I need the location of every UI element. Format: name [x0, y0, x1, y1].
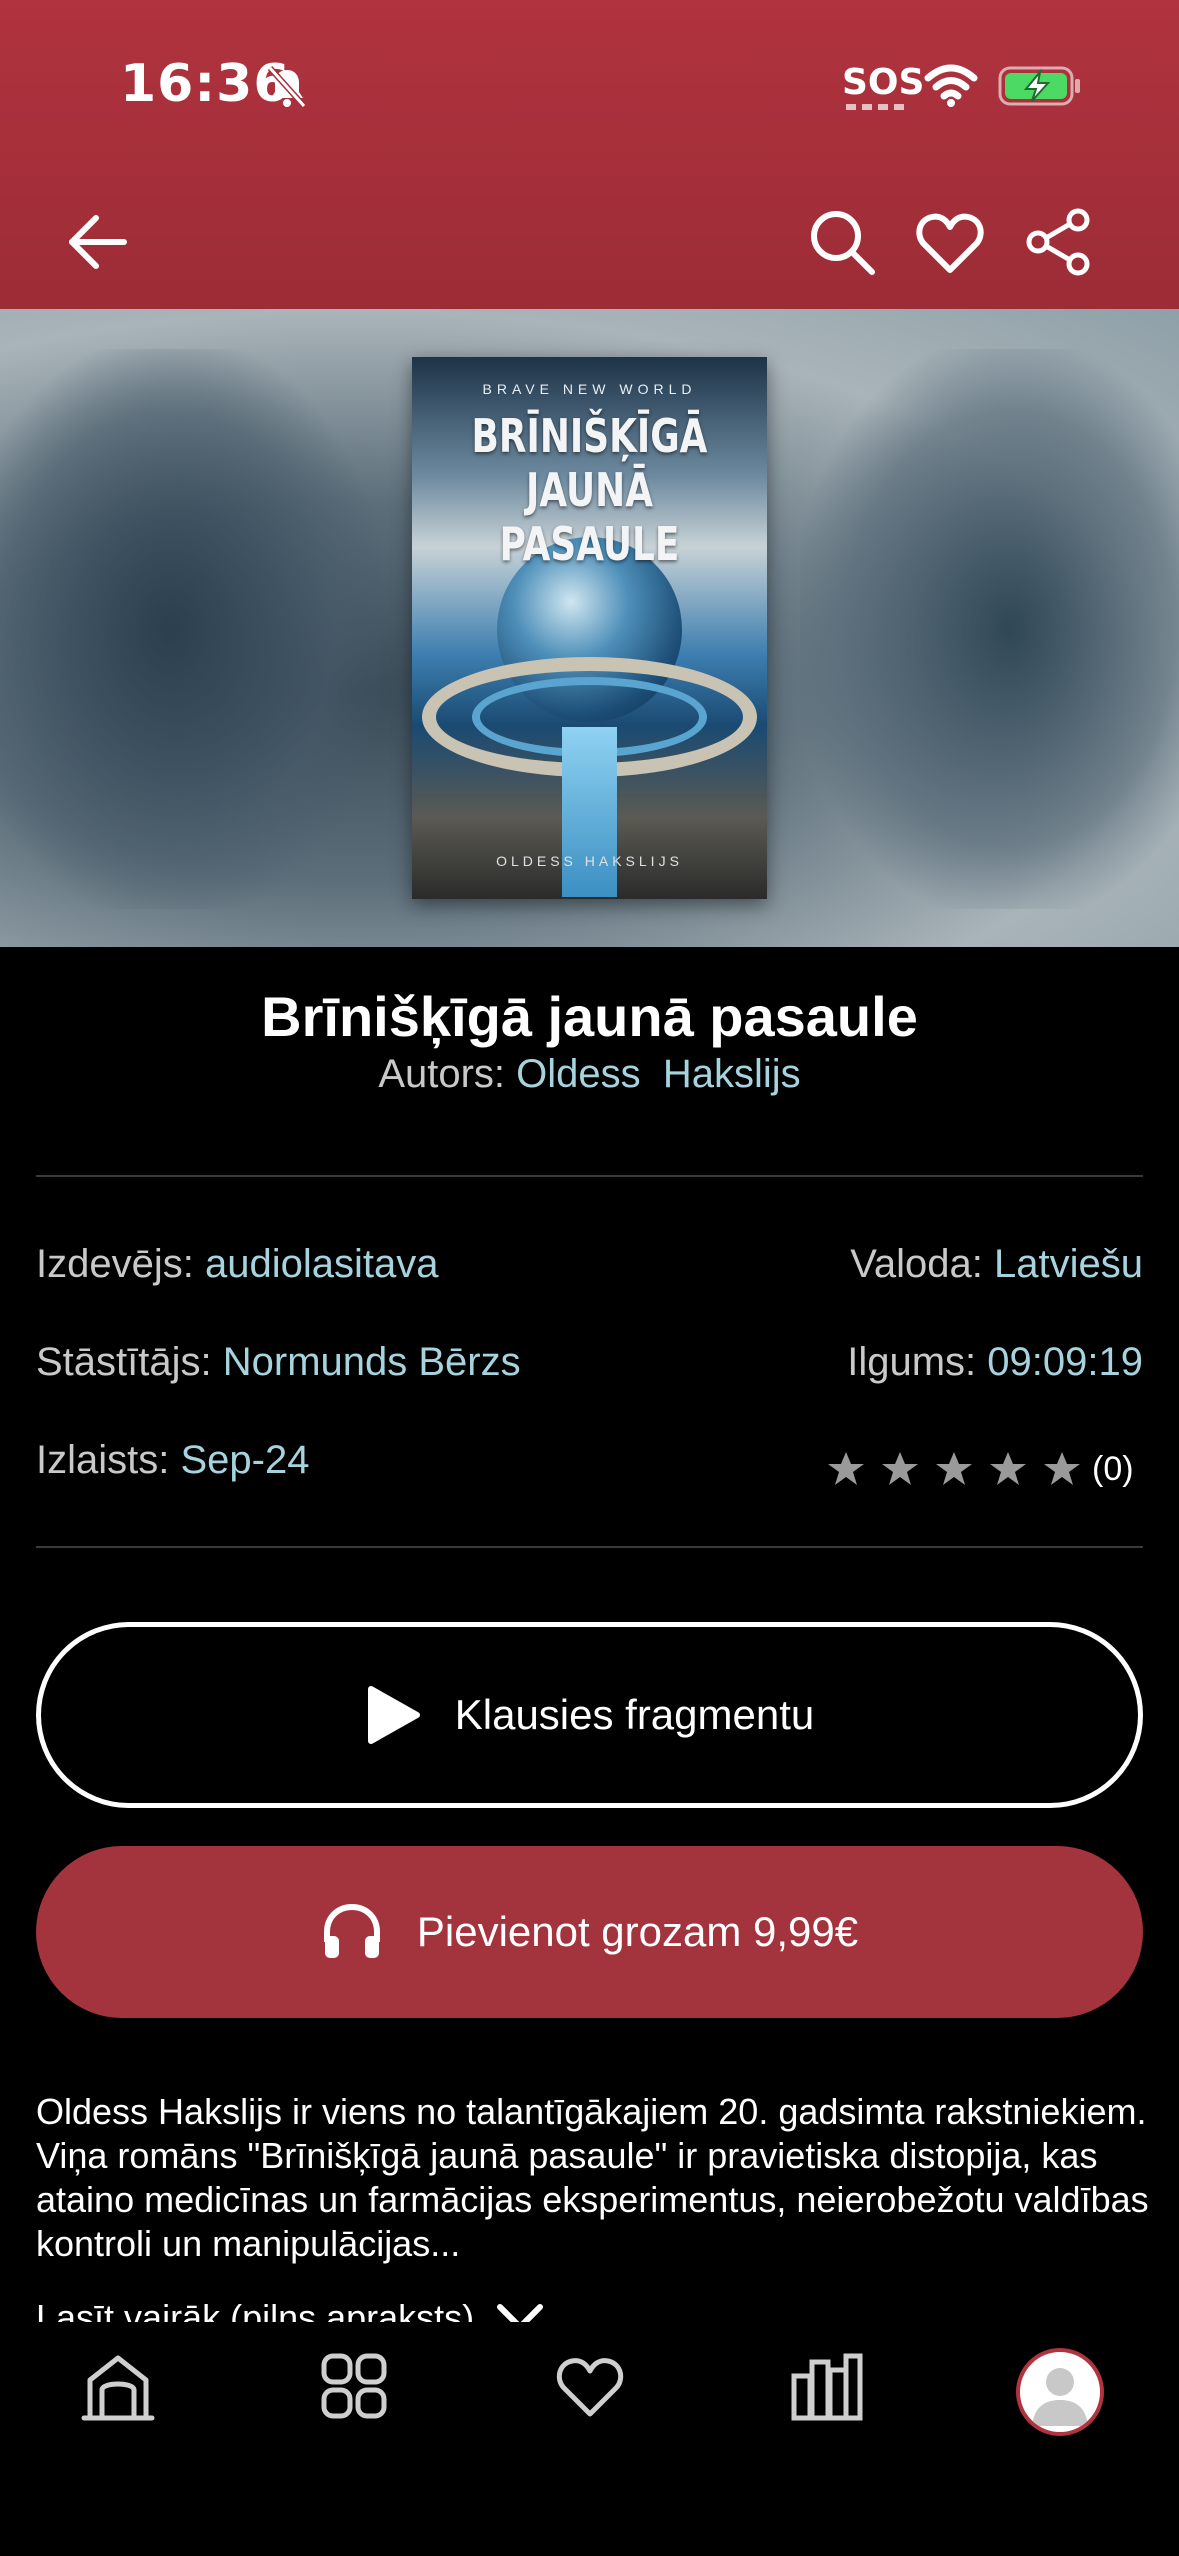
library-icon[interactable]	[786, 2346, 866, 2426]
release-row: Izlaists: Sep-24	[36, 1438, 310, 1482]
play-icon	[367, 1686, 420, 1744]
publisher-row: Izdevējs: audiolasitava	[36, 1242, 439, 1286]
cover-author: OLDESS HAKSLIJS	[496, 853, 683, 869]
profile-icon	[1032, 2368, 1088, 2426]
rating-count: (0)	[1092, 1449, 1134, 1488]
bell-muted-icon	[267, 65, 307, 109]
app-header: 16:36 SOS	[0, 0, 1179, 309]
cover-title: BRĪNIŠĶĪGĀ JAUNĀ PASAULE	[471, 409, 708, 571]
read-more-link[interactable]: Lasīt vairāk (pilns apraksts)	[36, 2296, 546, 2322]
chevron-down-icon	[497, 2304, 544, 2322]
headphones-icon	[323, 1903, 380, 1958]
profile-avatar[interactable]	[1016, 2348, 1104, 2436]
publisher-link[interactable]: audiolasitava	[205, 1242, 439, 1286]
duration-row: Ilgums: 09:09:19	[847, 1340, 1143, 1384]
divider	[36, 1546, 1143, 1548]
narrator-link[interactable]: Normunds Bērzs	[223, 1340, 521, 1384]
add-to-cart-label: Pievienot grozam 9,99€	[416, 1908, 859, 1955]
share-icon[interactable]	[1022, 206, 1094, 278]
signal-dots	[846, 104, 906, 110]
release-date: Sep-24	[180, 1438, 310, 1482]
favorites-icon[interactable]	[550, 2346, 630, 2426]
categories-icon[interactable]	[314, 2346, 394, 2426]
listen-sample-label: Klausies fragmentu	[454, 1691, 815, 1738]
cover-subtitle: BRAVE NEW WORLD	[482, 381, 697, 397]
language-value: Latviešu	[994, 1242, 1143, 1286]
book-cover-image: BRAVE NEW WORLD BRĪNIŠĶĪGĀ JAUNĀ PASAULE…	[412, 357, 767, 899]
search-icon[interactable]	[806, 206, 878, 278]
language-row: Valoda: Latviešu	[850, 1242, 1143, 1286]
book-description: Oldess Hakslijs ir viens no talantīgākaj…	[36, 2091, 1149, 2264]
back-arrow-icon[interactable]	[62, 206, 134, 278]
listen-sample-button[interactable]: Klausies fragmentu	[36, 1622, 1143, 1808]
book-title: Brīnišķīgā jaunā pasaule	[261, 985, 918, 1048]
author-line: Autors: Oldess Hakslijs	[0, 1052, 1179, 1097]
star-icon	[882, 1452, 918, 1485]
rating-stars[interactable]: (0)	[826, 1446, 1134, 1492]
add-to-cart-button[interactable]: Pievienot grozam 9,99€	[36, 1846, 1143, 2018]
star-icon	[1044, 1452, 1080, 1485]
divider	[36, 1175, 1143, 1177]
battery-charging-icon	[998, 66, 1080, 106]
star-icon	[936, 1452, 972, 1485]
wifi-icon	[924, 64, 978, 107]
sos-indicator: SOS	[842, 62, 925, 103]
heart-icon[interactable]	[914, 206, 986, 278]
duration-value: 09:09:19	[987, 1340, 1143, 1384]
home-icon[interactable]	[78, 2346, 158, 2426]
star-icon	[828, 1452, 864, 1485]
narrator-row: Stāstītājs: Normunds Bērzs	[36, 1340, 521, 1384]
author-link[interactable]: Oldess Hakslijs	[516, 1052, 801, 1096]
author-label: Autors:	[378, 1052, 506, 1096]
star-icon	[990, 1452, 1026, 1485]
